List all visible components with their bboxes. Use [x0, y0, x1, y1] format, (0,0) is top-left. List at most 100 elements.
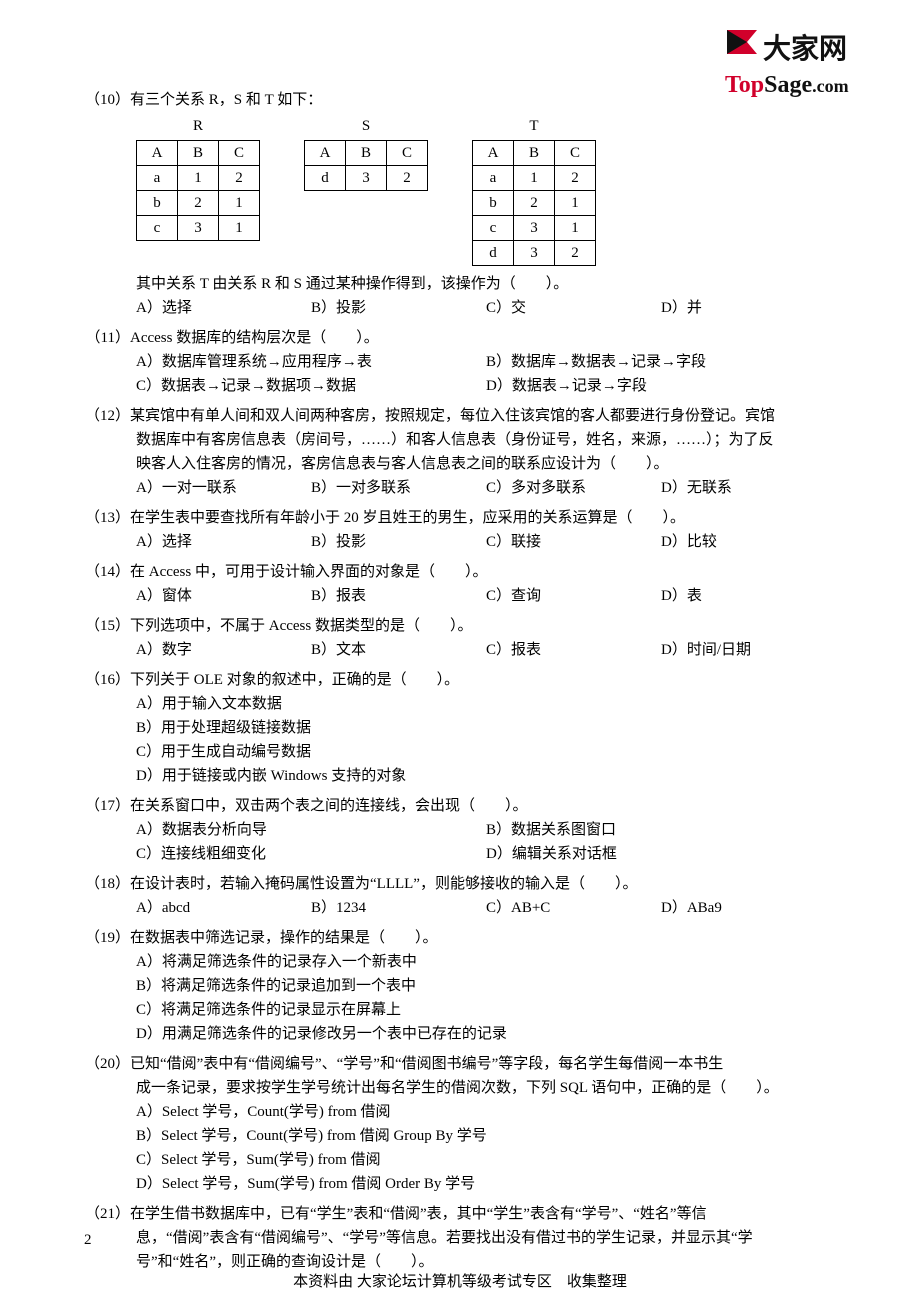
logo-cn: 大家网 [763, 36, 847, 64]
q20-opt-c: C）Select 学号，Sum(学号) from 借阅 [136, 1148, 836, 1172]
q14-num: （14） [84, 560, 130, 584]
table-R: R ABC a12 b21 c31 [136, 114, 260, 241]
q14-stem: 在 Access 中，可用于设计输入界面的对象是（ ）。 [130, 564, 487, 580]
q12-opt-b: B）一对多联系 [311, 476, 486, 500]
q14-opt-b: B）报表 [311, 584, 486, 608]
q16-opt-d: D）用于链接或内嵌 Windows 支持的对象 [136, 764, 836, 788]
q14-opt-d: D）表 [661, 584, 836, 608]
flag-icon [725, 28, 759, 64]
q13-stem: 在学生表中要查找所有年龄小于 20 岁且姓王的男生，应采用的关系运算是（ ）。 [130, 510, 685, 526]
q17-opt-b: B）数据关系图窗口 [486, 818, 836, 842]
q17-opt-d: D）编辑关系对话框 [486, 842, 836, 866]
footer-text: 本资料由 大家论坛计算机等级考试专区 收集整理 [0, 1270, 920, 1294]
q12-num: （12） [84, 404, 130, 428]
q16-opt-a: A）用于输入文本数据 [136, 692, 836, 716]
q16-num: （16） [84, 668, 130, 692]
q16-opt-c: C）用于生成自动编号数据 [136, 740, 836, 764]
q18-opt-b: B）1234 [311, 896, 486, 920]
q15-opt-b: B）文本 [311, 638, 486, 662]
q10-opts: A）选择 B）投影 C）交 D）并 [136, 296, 836, 320]
table-R-grid: ABC a12 b21 c31 [136, 140, 260, 241]
q18-stem: 在设计表时，若输入掩码属性设置为“LLLL”，则能够接收的输入是（ ）。 [130, 876, 637, 892]
q10-num: （10） [84, 88, 130, 112]
table-R-name: R [193, 114, 203, 138]
q17-opt-c: C）连接线粗细变化 [136, 842, 486, 866]
q20-opt-b: B）Select 学号，Count(学号) from 借阅 Group By 学… [136, 1124, 836, 1148]
q15-opts: A）数字 B）文本 C）报表 D）时间/日期 [136, 638, 836, 662]
q19-stem: 在数据表中筛选记录，操作的结果是（ ）。 [130, 930, 438, 946]
q10-tables: R ABC a12 b21 c31 S ABC d32 [136, 114, 836, 266]
q18-opt-a: A）abcd [136, 896, 311, 920]
q10-stem: 有三个关系 R，S 和 T 如下： [130, 92, 322, 108]
q12-opt-a: A）一对一联系 [136, 476, 311, 500]
q15-opt-c: C）报表 [486, 638, 661, 662]
q17: （17）在关系窗口中，双击两个表之间的连接线，会出现（ ）。 A）数据表分析向导… [84, 794, 836, 866]
table-S-grid: ABC d32 [304, 140, 428, 191]
topsage-logo: 大家网 TopSage.com [725, 28, 885, 104]
table-T-name: T [529, 114, 538, 138]
q19: （19）在数据表中筛选记录，操作的结果是（ ）。 A）将满足筛选条件的记录存入一… [84, 926, 836, 1046]
q21-l2: 息，“借阅”表含有“借阅编号”、“学号”等信息。若要找出没有借过书的学生记录，并… [136, 1226, 836, 1250]
q11-opt-a: A）数据库管理系统→应用程序→表 [136, 350, 486, 374]
q20-opts: A）Select 学号，Count(学号) from 借阅 B）Select 学… [136, 1100, 836, 1196]
q11-opt-c: C）数据表→记录→数据项→数据 [136, 374, 486, 398]
q12-opts: A）一对一联系 B）一对多联系 C）多对多联系 D）无联系 [136, 476, 836, 500]
q15-num: （15） [84, 614, 130, 638]
q17-stem: 在关系窗口中，双击两个表之间的连接线，会出现（ ）。 [130, 798, 528, 814]
q20: （20）已知“借阅”表中有“借阅编号”、“学号”和“借阅图书编号”等字段，每名学… [84, 1052, 836, 1196]
q20-opt-a: A）Select 学号，Count(学号) from 借阅 [136, 1100, 836, 1124]
q11-stem: Access 数据库的结构层次是（ ）。 [130, 330, 379, 346]
q11-num: （11） [84, 326, 130, 350]
q12-l3: 映客人入住客房的情况，客房信息表与客人信息表之间的联系应设计为（ ）。 [136, 452, 836, 476]
q13-opt-c: C）联接 [486, 530, 661, 554]
q15: （15）下列选项中，不属于 Access 数据类型的是（ ）。 A）数字 B）文… [84, 614, 836, 662]
q20-l2: 成一条记录，要求按学生学号统计出每名学生的借阅次数，下列 SQL 语句中，正确的… [136, 1076, 836, 1100]
q18-num: （18） [84, 872, 130, 896]
q10: （10）有三个关系 R，S 和 T 如下： R ABC a12 b21 c31 … [84, 88, 836, 320]
q14-opt-a: A）窗体 [136, 584, 311, 608]
q10-opt-b: B）投影 [311, 296, 486, 320]
q15-opt-a: A）数字 [136, 638, 311, 662]
q10-after: 其中关系 T 由关系 R 和 S 通过某种操作得到，该操作为（ ）。 [136, 272, 836, 296]
q14-opts: A）窗体 B）报表 C）查询 D）表 [136, 584, 836, 608]
q20-l1: 已知“借阅”表中有“借阅编号”、“学号”和“借阅图书编号”等字段，每名学生每借阅… [130, 1056, 723, 1072]
q12: （12）某宾馆中有单人间和双人间两种客房，按照规定，每位入住该宾馆的客人都要进行… [84, 404, 836, 500]
q21: （21）在学生借书数据库中，已有“学生”表和“借阅”表，其中“学生”表含有“学号… [84, 1202, 836, 1274]
q12-l2: 数据库中有客房信息表（房间号，……）和客人信息表（身份证号，姓名，来源，……）；… [136, 428, 836, 452]
q19-opt-c: C）将满足筛选条件的记录显示在屏幕上 [136, 998, 836, 1022]
q15-stem: 下列选项中，不属于 Access 数据类型的是（ ）。 [130, 618, 472, 634]
q18-opt-d: D）ABa9 [661, 896, 836, 920]
q21-l1: 在学生借书数据库中，已有“学生”表和“借阅”表，其中“学生”表含有“学号”、“姓… [130, 1206, 707, 1222]
q13: （13）在学生表中要查找所有年龄小于 20 岁且姓王的男生，应采用的关系运算是（… [84, 506, 836, 554]
q13-opt-b: B）投影 [311, 530, 486, 554]
q12-opt-c: C）多对多联系 [486, 476, 661, 500]
q17-opts: A）数据表分析向导 B）数据关系图窗口 C）连接线粗细变化 D）编辑关系对话框 [136, 818, 836, 866]
q18: （18）在设计表时，若输入掩码属性设置为“LLLL”，则能够接收的输入是（ ）。… [84, 872, 836, 920]
table-T: T ABC a12 b21 c31 d32 [472, 114, 596, 266]
q19-opt-a: A）将满足筛选条件的记录存入一个新表中 [136, 950, 836, 974]
q18-opt-c: C）AB+C [486, 896, 661, 920]
q11-opts: A）数据库管理系统→应用程序→表 B）数据库→数据表→记录→字段 C）数据表→记… [136, 350, 836, 398]
q13-num: （13） [84, 506, 130, 530]
q12-opt-d: D）无联系 [661, 476, 836, 500]
q16: （16）下列关于 OLE 对象的叙述中，正确的是（ ）。 A）用于输入文本数据 … [84, 668, 836, 788]
document-page: 大家网 TopSage.com （10）有三个关系 R，S 和 T 如下： R … [0, 0, 920, 1314]
q13-opts: A）选择 B）投影 C）联接 D）比较 [136, 530, 836, 554]
q19-num: （19） [84, 926, 130, 950]
q13-opt-a: A）选择 [136, 530, 311, 554]
q11-opt-b: B）数据库→数据表→记录→字段 [486, 350, 836, 374]
table-S: S ABC d32 [304, 114, 428, 191]
q20-opt-d: D）Select 学号，Sum(学号) from 借阅 Order By 学号 [136, 1172, 836, 1196]
q11-opt-d: D）数据表→记录→字段 [486, 374, 836, 398]
q19-opt-b: B）将满足筛选条件的记录追加到一个表中 [136, 974, 836, 998]
q21-num: （21） [84, 1202, 130, 1226]
table-T-grid: ABC a12 b21 c31 d32 [472, 140, 596, 266]
q10-opt-c: C）交 [486, 296, 661, 320]
q14: （14）在 Access 中，可用于设计输入界面的对象是（ ）。 A）窗体 B）… [84, 560, 836, 608]
content: （10）有三个关系 R，S 和 T 如下： R ABC a12 b21 c31 … [84, 88, 836, 1274]
q19-opts: A）将满足筛选条件的记录存入一个新表中 B）将满足筛选条件的记录追加到一个表中 … [136, 950, 836, 1046]
logo-en: TopSage.com [725, 66, 885, 104]
q12-l1: 某宾馆中有单人间和双人间两种客房，按照规定，每位入住该宾馆的客人都要进行身份登记… [130, 408, 775, 424]
q15-opt-d: D）时间/日期 [661, 638, 836, 662]
q14-opt-c: C）查询 [486, 584, 661, 608]
